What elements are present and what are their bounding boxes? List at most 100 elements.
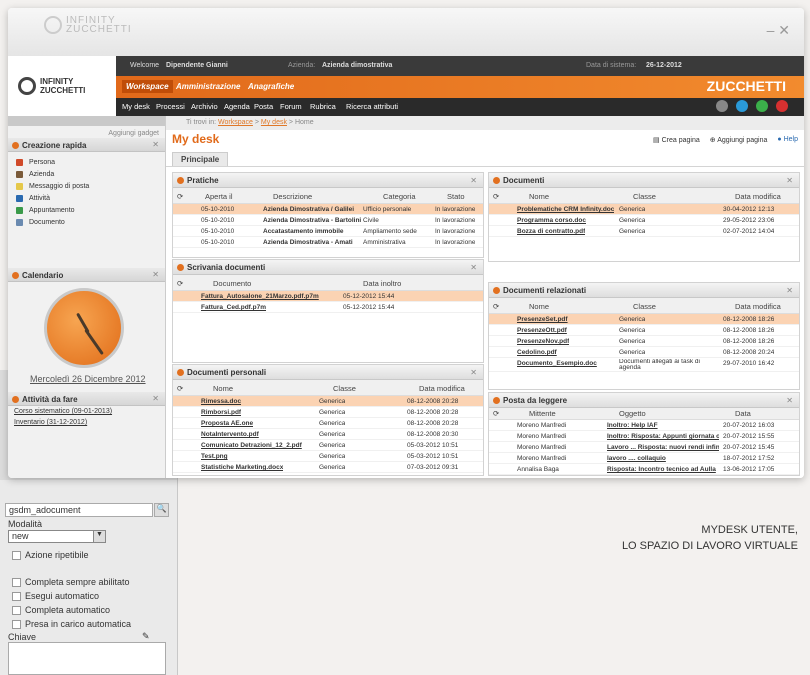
tab-principale[interactable]: Principale [172, 152, 229, 166]
checkbox-completa-sempre[interactable]: Completa sempre abilitato [12, 577, 130, 587]
refresh-icon[interactable] [756, 100, 768, 112]
checkbox-esegui-automatico[interactable]: Esegui automatico [12, 591, 99, 601]
menu-forum[interactable]: Forum [280, 102, 302, 111]
tools-icon[interactable] [716, 100, 728, 112]
create-page-button[interactable]: ▤ Crea pagina [653, 136, 700, 144]
globe-icon[interactable] [736, 100, 748, 112]
checkbox-azione-ripetibile[interactable]: Azione ripetibile [12, 550, 89, 560]
table-row[interactable]: Statistiche Marketing.docx Generica 07-03-… [173, 462, 483, 473]
menu-ricerca-attributi[interactable]: Ricerca attributi [346, 102, 398, 111]
table-row[interactable]: PresenzeNov.pdf Generica 08-12-2008 18:26 [489, 336, 799, 347]
close-icon[interactable]: ✕ [786, 286, 793, 295]
table-row[interactable]: NotaIntervento.pdf Generica 08-12-2008 20:… [173, 429, 483, 440]
header-info-bar: Welcome Dipendente Gianni Azienda: Azien… [116, 56, 804, 76]
collapse-icon[interactable] [12, 142, 19, 149]
close-icon[interactable]: ✕ [470, 263, 477, 272]
table-row[interactable]: 05-10-2010 Azienda Dimostrativa - Amati Am… [173, 237, 483, 248]
menu-rubrica[interactable]: Rubrica [310, 102, 336, 111]
table-row[interactable]: Bozza di contratto.pdf Generica 02-07-2012… [489, 226, 799, 237]
chevron-down-icon: ▼ [93, 531, 105, 542]
menu-processi[interactable]: Processi [156, 102, 185, 111]
logout-icon[interactable] [776, 100, 788, 112]
collapse-icon[interactable] [177, 264, 184, 271]
table-row[interactable]: 05-10-2010 Azienda Dimostrativa / Galilei… [173, 204, 483, 215]
quick-item-persona[interactable]: Persona [8, 156, 165, 168]
key-textarea[interactable] [8, 642, 166, 675]
refresh-icon[interactable]: ⟳ [177, 279, 183, 288]
refresh-icon[interactable]: ⟳ [177, 384, 183, 393]
pratiche-panel: Pratiche ✕ ⟳ Aperta il Descrizione Catego… [172, 172, 484, 258]
table-row[interactable]: Test.png Generica 05-03-2012 10:51 [173, 451, 483, 462]
refresh-icon[interactable]: ⟳ [493, 192, 499, 201]
table-row[interactable]: Documento_Esempio.doc Documenti allegati … [489, 358, 799, 372]
tab-amministrazione[interactable]: Amministrazione [176, 82, 240, 91]
table-row[interactable]: PresenzeSet.pdf Generica 08-12-2008 18:26 [489, 314, 799, 325]
close-icon[interactable]: ✕ [152, 270, 159, 279]
close-icon[interactable]: ✕ [786, 396, 793, 405]
add-gadget-link[interactable]: Aggiungi gadget [8, 126, 165, 138]
breadcrumb-my-desk[interactable]: My desk [261, 119, 287, 126]
table-row[interactable]: Moreno Manfredi lavoro .... collaquio 18-0… [489, 453, 799, 464]
close-icon[interactable]: ✕ [470, 368, 477, 377]
table-header: ⟳ Nome Classe Data modifica [173, 380, 483, 396]
menu-my-desk[interactable]: My desk [122, 102, 150, 111]
table-row[interactable]: Moreno Manfredi Lavoro ... Risposta: nuov… [489, 442, 799, 453]
collapse-icon[interactable] [177, 369, 184, 376]
help-button[interactable]: ● Help [777, 136, 798, 144]
collapse-icon[interactable] [177, 177, 184, 184]
table-row[interactable]: Comunicato Detrazioni_12_2.pdf Generica 05… [173, 440, 483, 451]
menu-agenda[interactable]: Agenda [224, 102, 250, 111]
table-row[interactable]: 05-10-2010 Azienda Dimostrativa - Bartoli… [173, 215, 483, 226]
menu-posta[interactable]: Posta [254, 102, 273, 111]
table-row[interactable]: Proposta AE.one Generica 08-12-2008 20:28 [173, 418, 483, 429]
breadcrumb-workspace[interactable]: Workspace [218, 119, 253, 126]
collapse-icon[interactable] [12, 272, 19, 279]
close-icon[interactable]: ✕ [152, 140, 159, 149]
calendar-date-link[interactable]: Mercoledì 26 Dicembre 2012 [30, 374, 146, 384]
quick-item-attivita[interactable]: Attività [8, 192, 165, 204]
table-row[interactable]: 05-10-2010 Accatastamento immobile Ampliam… [173, 226, 483, 237]
company-name: Azienda dimostrativa [322, 62, 393, 69]
refresh-icon[interactable]: ⟳ [493, 302, 499, 311]
table-row[interactable]: Moreno Manfredi Inoltro: Risposta: Appunt… [489, 431, 799, 442]
quick-item-messaggio[interactable]: Messaggio di posta [8, 180, 165, 192]
table-row[interactable]: Cedolino.pdf Generica 08-12-2008 20:24 [489, 347, 799, 358]
edit-icon[interactable]: ✎ [142, 631, 150, 642]
collapse-icon[interactable] [493, 287, 500, 294]
close-icon[interactable]: ✕ [786, 176, 793, 185]
table-row[interactable]: Fattura_Ced.pdf.p7m 05-12-2012 15:44 [173, 302, 483, 313]
tab-anagrafiche[interactable]: Anagrafiche [248, 82, 294, 91]
todo-item[interactable]: Inventario (31-12-2012) [8, 417, 165, 428]
checkbox-completa-automatico[interactable]: Completa automatico [12, 605, 110, 615]
checkbox-presa-in-carico[interactable]: Presa in carico automatica [12, 619, 131, 629]
collapse-icon[interactable] [493, 177, 500, 184]
close-icon[interactable]: ✕ [470, 176, 477, 185]
quick-item-documento[interactable]: Documento [8, 216, 165, 228]
table-row[interactable]: Fattura_Autosalone_21Marzo.pdf.p7m 05-12-… [173, 291, 483, 302]
search-icon[interactable]: 🔍 [154, 503, 169, 517]
quick-item-azienda[interactable]: Azienda [8, 168, 165, 180]
table-row[interactable]: Problematiche CRM Infinity.doc Generica 30… [489, 204, 799, 215]
collapse-icon[interactable] [12, 396, 19, 403]
table-row[interactable]: Rimessa.doc Generica 08-12-2008 20:28 [173, 396, 483, 407]
table-row[interactable]: Moreno Manfredi Inoltro: Help IAF 20-07-20… [489, 420, 799, 431]
main-menu: My desk Processi Archivio Agenda Posta F… [116, 98, 804, 116]
add-page-button[interactable]: ⊕ Aggiungi pagina [710, 136, 768, 144]
tab-workspace[interactable]: Workspace [122, 80, 173, 93]
todo-item[interactable]: Corso sistematico (09-01-2013) [8, 406, 165, 417]
person-icon [16, 158, 23, 166]
table-row[interactable]: Rimborsi.pdf Generica 08-12-2008 20:28 [173, 407, 483, 418]
table-row[interactable]: Programma corso.doc Generica 29-05-2012 23… [489, 215, 799, 226]
quick-item-appuntamento[interactable]: Appuntamento [8, 204, 165, 216]
close-icon[interactable]: ✕ [152, 394, 159, 403]
refresh-icon[interactable]: ⟳ [177, 192, 183, 201]
table-row[interactable]: PresenzeOtt.pdf Generica 08-12-2008 18:26 [489, 325, 799, 336]
panel-title: Scrivania documenti [187, 263, 266, 272]
table-row[interactable]: Annalisa Baga Risposta: Incontro tecnico … [489, 464, 799, 475]
modality-select[interactable]: new ▼ [8, 530, 106, 543]
menu-archivio[interactable]: Archivio [191, 102, 218, 111]
collapse-icon[interactable] [493, 397, 500, 404]
background-text-field[interactable]: gsdm_adocument [5, 503, 153, 517]
refresh-icon[interactable]: ⟳ [493, 409, 499, 418]
window-controls[interactable]: – ✕ [767, 22, 790, 39]
